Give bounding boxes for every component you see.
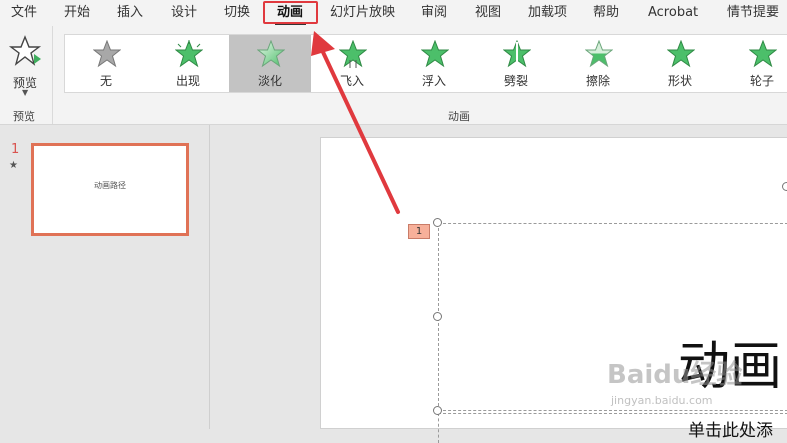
- anim-label: 出现: [175, 74, 200, 88]
- anim-label: 擦除: [585, 74, 610, 88]
- tab-design[interactable]: 设计: [171, 0, 197, 26]
- star-split-icon: [503, 40, 531, 68]
- chevron-down-icon[interactable]: ▼: [22, 88, 28, 97]
- resize-handle-bottom-left[interactable]: [433, 406, 442, 415]
- anim-split[interactable]: 劈裂: [475, 35, 557, 92]
- anim-appear[interactable]: 出现: [147, 35, 229, 92]
- slide-thumbnail-panel: 1 ★ 动画路径: [0, 125, 210, 429]
- tab-insert[interactable]: 插入: [117, 0, 143, 26]
- slide-editing-area: 1 动画 单击此处添: [210, 125, 787, 443]
- preview-group-label: 预览: [13, 110, 35, 123]
- tab-slideshow[interactable]: 幻灯片放映: [330, 0, 395, 26]
- preview-button[interactable]: 预览 ▼: [4, 32, 46, 98]
- star-icon: ★: [9, 160, 18, 171]
- anim-wipe[interactable]: 擦除: [557, 35, 639, 92]
- star-wipe-icon: [585, 40, 613, 68]
- animation-gallery: 无 出现 淡化 飞入 浮入 劈裂 擦除 形状 轮子: [64, 34, 787, 93]
- anim-shape[interactable]: 形状: [639, 35, 721, 92]
- anim-wheel[interactable]: 轮子: [721, 35, 787, 92]
- anim-label: 淡化: [257, 74, 282, 88]
- star-flyin-icon: [339, 40, 367, 68]
- tab-transitions[interactable]: 切换: [224, 0, 250, 26]
- thumbnail-text: 动画路径: [94, 181, 126, 190]
- anim-none[interactable]: 无: [65, 35, 147, 92]
- ribbon-tab-bar: 文件 开始 插入 设计 切换 动画 幻灯片放映 审阅 视图 加载项 帮助 Acr…: [0, 0, 787, 26]
- anim-label: 轮子: [749, 74, 774, 88]
- tab-storyboard[interactable]: 情节提要: [727, 0, 779, 26]
- anim-floatin[interactable]: 浮入: [393, 35, 475, 92]
- tab-view[interactable]: 视图: [475, 0, 501, 26]
- anim-label: 无: [99, 74, 112, 88]
- resize-handle-middle-left[interactable]: [433, 312, 442, 321]
- resize-handle-top-left[interactable]: [433, 218, 442, 227]
- tab-review[interactable]: 审阅: [421, 0, 447, 26]
- rotate-handle[interactable]: [782, 182, 787, 191]
- star-fade-icon: [257, 40, 285, 68]
- star-appear-icon: [175, 40, 203, 68]
- tab-file[interactable]: 文件: [11, 0, 37, 26]
- anim-label: 飞入: [339, 74, 364, 88]
- slide-title-text: 动画: [678, 337, 783, 397]
- star-outline-icon: [8, 35, 42, 66]
- anim-flyin[interactable]: 飞入: [311, 35, 393, 92]
- tab-home[interactable]: 开始: [64, 0, 90, 26]
- slide-number: 1: [11, 142, 20, 157]
- tab-help[interactable]: 帮助: [593, 0, 619, 26]
- anim-label: 浮入: [421, 74, 446, 88]
- tab-addins[interactable]: 加载项: [528, 0, 567, 26]
- anim-label: 形状: [667, 74, 692, 88]
- animations-group-label: 动画: [448, 110, 470, 123]
- star-wheel-icon: [749, 40, 777, 68]
- star-gray-icon: [93, 40, 121, 68]
- star-floatin-icon: [421, 40, 449, 68]
- tab-acrobat[interactable]: Acrobat: [648, 0, 698, 26]
- anim-fade[interactable]: 淡化: [229, 35, 311, 92]
- animation-order-tag[interactable]: 1: [408, 224, 430, 239]
- slide-thumbnail[interactable]: 动画路径: [31, 143, 189, 236]
- annotation-highlight-box: [263, 1, 318, 24]
- anim-label: 劈裂: [503, 74, 528, 88]
- preview-group: 预览 ▼ 预览: [0, 26, 53, 124]
- ribbon-panel: 预览 ▼ 预览 无 出现 淡化 飞入 浮入 劈裂 擦除 形状 轮子 动画: [0, 26, 787, 125]
- star-shape-icon: [667, 40, 695, 68]
